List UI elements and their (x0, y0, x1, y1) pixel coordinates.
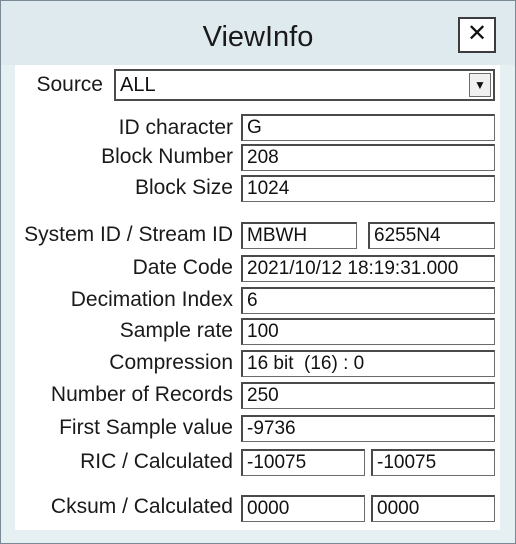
cksum-field[interactable]: 0000 (241, 495, 365, 522)
close-button[interactable]: ✕ (458, 17, 496, 53)
ric-calculated-label: RIC / Calculated (80, 450, 233, 473)
compression-field[interactable]: 16 bit (16) : 0 (241, 350, 495, 377)
compression-label: Compression (109, 351, 233, 374)
first-sample-value-field[interactable]: -9736 (241, 415, 495, 442)
cksum-calculated-label: Cksum / Calculated (50, 495, 233, 518)
sample-rate-field[interactable]: 100 (241, 318, 495, 345)
sample-rate-label: Sample rate (119, 319, 233, 342)
decimation-index-field[interactable]: 6 (241, 287, 495, 314)
date-code-field[interactable]: 2021/10/12 18:19:31.000 (241, 255, 495, 282)
system-id-field[interactable]: MBWH (241, 222, 357, 249)
source-select[interactable]: ALL ▼ (114, 69, 495, 101)
ric-field[interactable]: -10075 (241, 449, 365, 476)
source-select-value: ALL (120, 74, 156, 96)
decimation-index-label: Decimation Index (70, 288, 233, 311)
id-character-field[interactable]: G (241, 114, 495, 141)
first-sample-value-label: First Sample value (59, 416, 233, 439)
number-of-records-field[interactable]: 250 (241, 382, 495, 409)
block-number-label: Block Number (101, 145, 233, 168)
source-label: Source (36, 73, 103, 96)
ric-calculated-field[interactable]: -10075 (371, 449, 495, 476)
cksum-calculated-field[interactable]: 0000 (371, 495, 495, 522)
title-bar: ViewInfo ✕ (1, 1, 515, 65)
date-code-label: Date Code (132, 256, 233, 279)
id-character-label: ID character (118, 116, 233, 139)
system-stream-label: System ID / Stream ID (24, 223, 233, 246)
block-size-label: Block Size (134, 176, 233, 199)
number-of-records-label: Number of Records (50, 383, 233, 406)
stream-id-field[interactable]: 6255N4 (368, 222, 495, 249)
window-title: ViewInfo (202, 21, 314, 53)
block-size-field[interactable]: 1024 (241, 175, 495, 202)
chevron-down-icon[interactable]: ▼ (469, 73, 491, 97)
block-number-field[interactable]: 208 (241, 144, 495, 171)
